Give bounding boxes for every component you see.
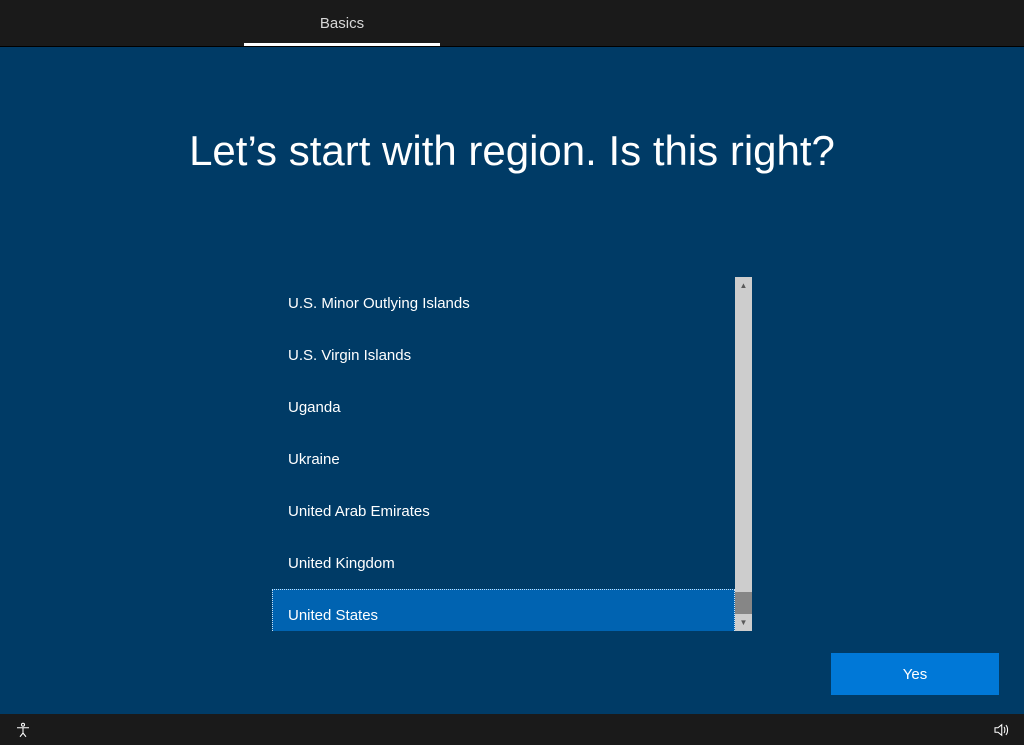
region-label: United Arab Emirates	[288, 503, 430, 520]
region-label: Ukraine	[288, 451, 340, 468]
region-label: Uganda	[288, 399, 341, 416]
region-item[interactable]: U.S. Virgin Islands	[272, 329, 735, 381]
region-list-container: U.S. Minor Outlying Islands U.S. Virgin …	[272, 277, 752, 631]
scroll-down-button[interactable]: ▼	[735, 614, 752, 631]
yes-button[interactable]: Yes	[831, 653, 999, 695]
accessibility-icon[interactable]	[12, 719, 34, 741]
region-item[interactable]: United Arab Emirates	[272, 485, 735, 537]
chevron-up-icon: ▲	[740, 282, 748, 290]
region-label: U.S. Minor Outlying Islands	[288, 295, 470, 312]
scrollbar[interactable]: ▲ ▼	[735, 277, 752, 631]
page-title: Let’s start with region. Is this right?	[0, 127, 1024, 175]
scrollbar-thumb[interactable]	[735, 592, 752, 614]
region-list[interactable]: U.S. Minor Outlying Islands U.S. Virgin …	[272, 277, 735, 631]
yes-button-label: Yes	[903, 666, 927, 683]
tab-label: Basics	[320, 15, 364, 32]
scroll-up-button[interactable]: ▲	[735, 277, 752, 294]
tab-bar: Basics	[0, 0, 1024, 47]
tab-basics[interactable]: Basics	[244, 0, 440, 46]
volume-icon[interactable]	[990, 719, 1012, 741]
chevron-down-icon: ▼	[740, 619, 748, 627]
scrollbar-track[interactable]	[735, 294, 752, 614]
region-label: United Kingdom	[288, 555, 395, 572]
oobe-content: Let’s start with region. Is this right? …	[0, 47, 1024, 714]
region-item[interactable]: Uganda	[272, 381, 735, 433]
region-item[interactable]: Ukraine	[272, 433, 735, 485]
region-label: United States	[288, 607, 378, 624]
bottom-bar	[0, 714, 1024, 745]
region-label: U.S. Virgin Islands	[288, 347, 411, 364]
tab-spacer	[0, 0, 244, 46]
region-item-selected[interactable]: United States	[272, 589, 735, 631]
region-item[interactable]: U.S. Minor Outlying Islands	[272, 277, 735, 329]
region-item[interactable]: United Kingdom	[272, 537, 735, 589]
